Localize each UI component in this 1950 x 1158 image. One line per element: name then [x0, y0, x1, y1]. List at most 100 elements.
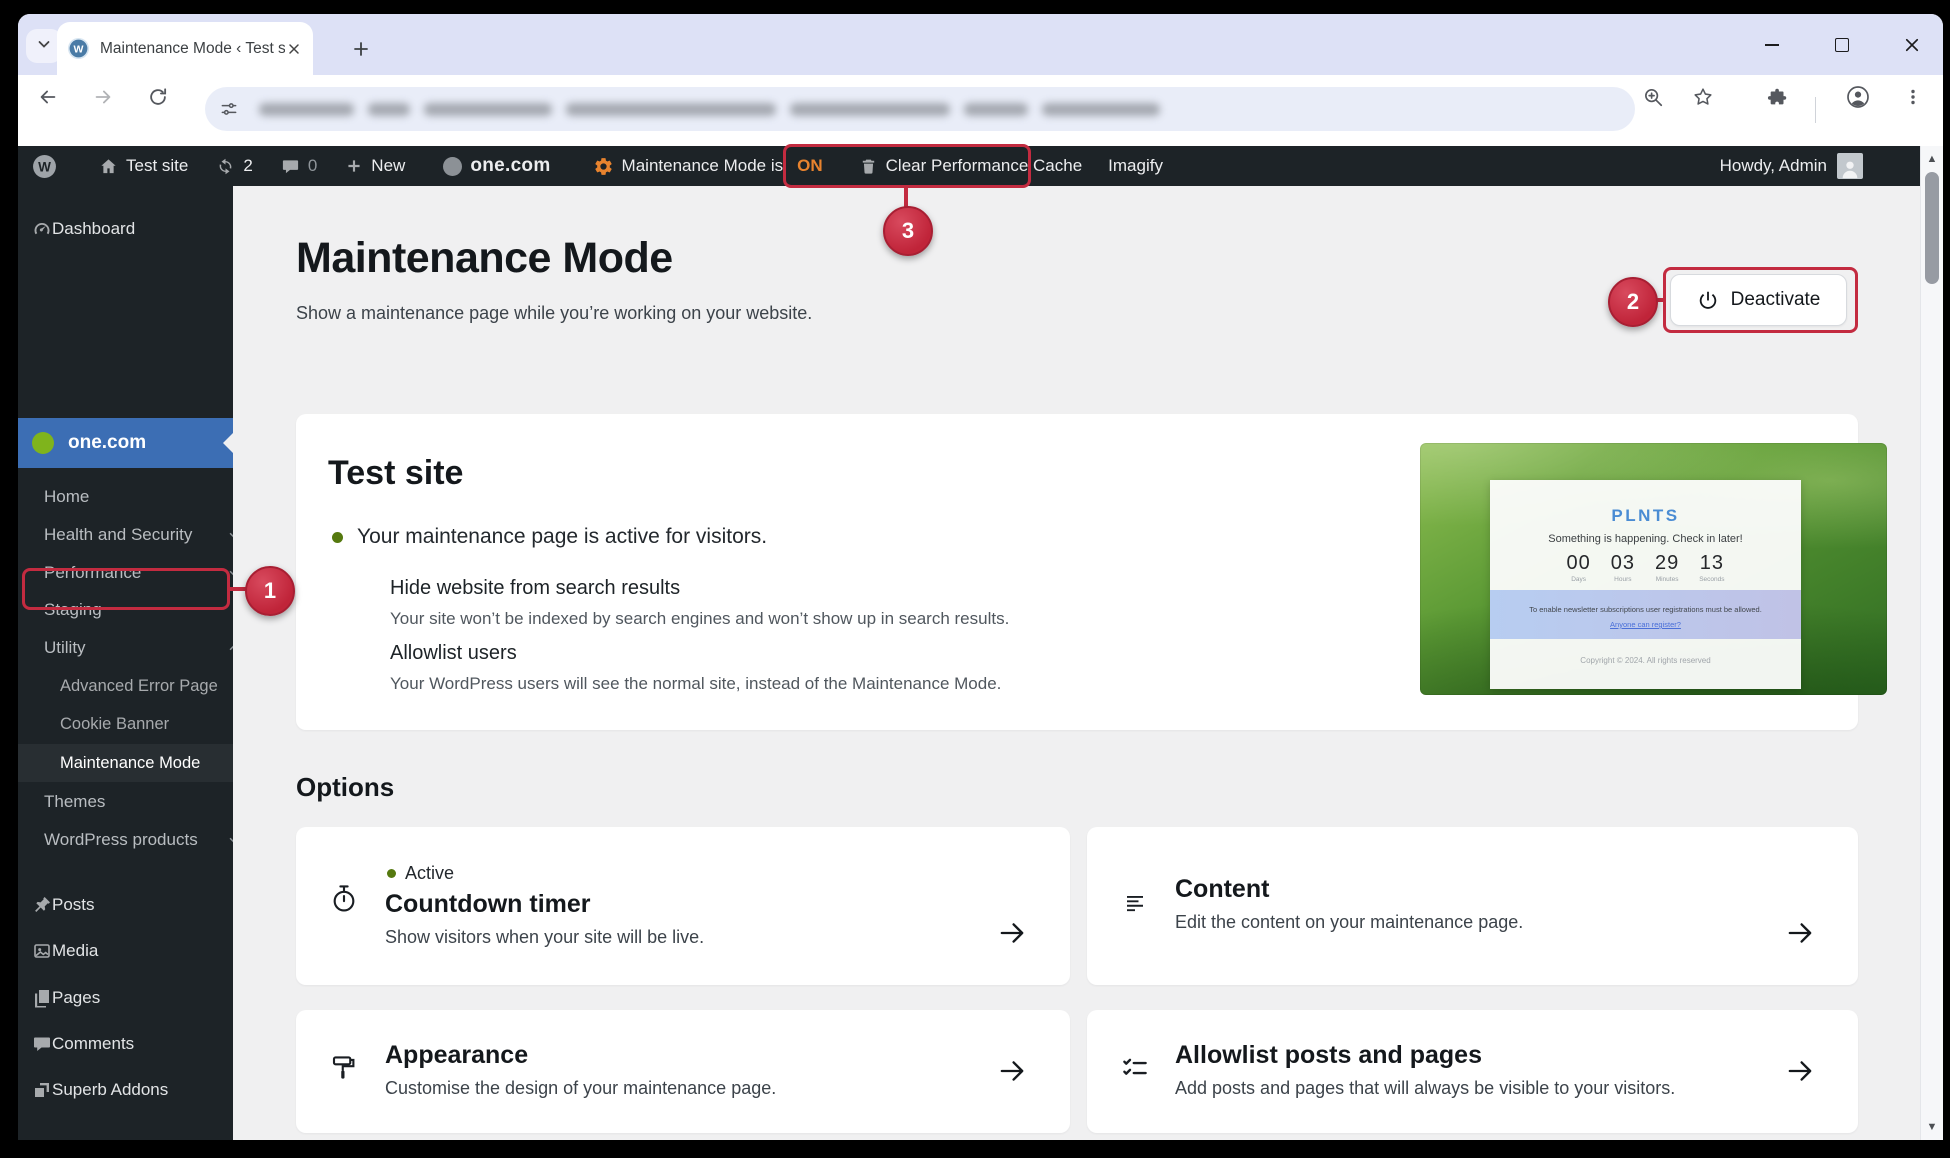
preview-register-link: Anyone can register?: [1490, 620, 1801, 629]
option-card-title: Countdown timer: [385, 890, 591, 919]
admin-bar-new[interactable]: New: [335, 146, 415, 186]
addons-icon: [32, 1080, 52, 1100]
sidebar-item-health-and-security[interactable]: Health and Security: [18, 516, 259, 554]
option-card-description: Show visitors when your site will be liv…: [385, 927, 704, 948]
admin-bar-onecom[interactable]: one.com: [433, 146, 560, 186]
content-lines-icon: [1120, 889, 1150, 919]
imagify-label: Imagify: [1108, 156, 1163, 176]
svg-text:W: W: [74, 43, 84, 55]
wp-logo-menu[interactable]: W: [18, 146, 67, 186]
sidebar-item-label: Advanced Error Page: [60, 677, 218, 696]
annotation-box-clear-cache: [783, 144, 1031, 188]
wordpress-favicon: W: [67, 37, 90, 60]
plus-icon: [345, 157, 363, 175]
bookmark-star-icon[interactable]: [1690, 84, 1716, 110]
sidebar-item-onecom[interactable]: one.com: [18, 418, 233, 468]
arrow-right-icon[interactable]: [997, 918, 1027, 948]
browser-tab[interactable]: W Maintenance Mode ‹ Test site —: [57, 22, 313, 75]
browser-menu-icon[interactable]: [1900, 84, 1926, 110]
sidebar-item-label: Media: [52, 941, 98, 961]
active-badge: Active: [387, 863, 454, 884]
sidebar-item-label: Themes: [44, 792, 105, 812]
profile-avatar-icon[interactable]: [1845, 84, 1871, 110]
sidebar-item-utility[interactable]: Utility: [18, 629, 259, 667]
tab-strip: W Maintenance Mode ‹ Test site —: [18, 14, 1943, 75]
sidebar-item-dashboard[interactable]: Dashboard: [18, 210, 267, 248]
pin-icon: [32, 895, 52, 915]
preview-panel: PLNTS Something is happening. Check in l…: [1490, 480, 1801, 689]
site-info-icon[interactable]: [219, 99, 239, 119]
site-card-title: Test site: [328, 454, 463, 493]
admin-bar-updates[interactable]: 2: [206, 146, 262, 186]
browser-toolbar: [18, 75, 1943, 146]
sidebar-item-label: Dashboard: [52, 219, 135, 239]
toggle-description: Your WordPress users will see the normal…: [390, 674, 1001, 694]
forward-icon[interactable]: [90, 84, 116, 110]
minimize-button[interactable]: [1752, 30, 1792, 60]
annotation-box-maintenance-mode: [22, 568, 230, 610]
onecom-green-icon: [32, 432, 54, 454]
svg-text:W: W: [38, 159, 51, 174]
option-card-appearance[interactable]: Appearance Customise the design of your …: [296, 1010, 1070, 1133]
comments-icon: [32, 1034, 52, 1054]
site-name-label: Test site: [126, 156, 188, 176]
comments-count: 0: [308, 156, 317, 176]
admin-bar-site-name[interactable]: Test site: [89, 146, 198, 186]
gear-icon: [593, 156, 614, 177]
option-card-content[interactable]: Content Edit the content on your mainten…: [1087, 827, 1858, 985]
maintenance-page-preview: PLNTS Something is happening. Check in l…: [1420, 443, 1887, 695]
extensions-icon[interactable]: [1765, 84, 1791, 110]
option-card-title: Allowlist posts and pages: [1175, 1041, 1482, 1070]
sidebar-item-label: Posts: [52, 895, 95, 915]
paint-roller-icon: [329, 1053, 359, 1083]
tab-close-icon[interactable]: [285, 40, 303, 58]
back-icon[interactable]: [35, 84, 61, 110]
reload-icon[interactable]: [145, 84, 171, 110]
sidebar-item-comments[interactable]: Comments: [18, 1025, 267, 1063]
admin-bar-comments[interactable]: 0: [271, 146, 327, 186]
maximize-button[interactable]: [1822, 30, 1862, 60]
address-bar[interactable]: [205, 87, 1635, 131]
option-card-allowlist[interactable]: Allowlist posts and pages Add posts and …: [1087, 1010, 1858, 1133]
sidebar-item-pages[interactable]: Pages: [18, 979, 267, 1017]
scroll-down-icon[interactable]: ▼: [1921, 1121, 1943, 1133]
sidebar-item-posts[interactable]: Posts: [18, 886, 267, 924]
scrollbar-thumb[interactable]: [1925, 172, 1939, 284]
sidebar-item-superb-addons[interactable]: Superb Addons: [18, 1071, 267, 1109]
admin-bar-account[interactable]: Howdy, Admin: [1720, 146, 1863, 186]
maintenance-status-label: Maintenance Mode is: [622, 156, 784, 176]
annotation-box-deactivate: [1663, 267, 1858, 333]
comment-icon: [281, 157, 300, 176]
option-card-description: Edit the content on your maintenance pag…: [1175, 912, 1523, 933]
sidebar-item-media[interactable]: Media: [18, 932, 267, 970]
arrow-right-icon[interactable]: [1785, 1056, 1815, 1086]
preview-notice: To enable newsletter subscriptions user …: [1490, 605, 1801, 614]
zoom-icon[interactable]: [1640, 84, 1666, 110]
chevron-down-icon: [36, 36, 52, 57]
annotation-marker-2: 2: [1608, 277, 1658, 327]
toggle-description: Your site won’t be indexed by search eng…: [390, 609, 1009, 629]
new-tab-button[interactable]: [346, 34, 376, 64]
tab-title: Maintenance Mode ‹ Test site —: [100, 40, 285, 58]
close-button[interactable]: [1892, 30, 1932, 60]
sidebar-item-label: Home: [44, 487, 89, 507]
sidebar-item-themes[interactable]: Themes: [18, 783, 259, 821]
dashboard-icon: [32, 219, 52, 239]
preview-message: Something is happening. Check in later!: [1490, 533, 1801, 545]
sidebar-item-wordpress-products[interactable]: WordPress products: [18, 821, 259, 859]
updates-icon: [216, 157, 235, 176]
sidebar-item-appearance[interactable]: Appearance: [18, 1132, 267, 1140]
sidebar-item-home[interactable]: Home: [18, 478, 259, 516]
new-label: New: [371, 156, 405, 176]
arrow-right-icon[interactable]: [1785, 918, 1815, 948]
annotation-marker-3: 3: [883, 206, 933, 256]
pages-icon: [32, 988, 52, 1008]
page-subtitle: Show a maintenance page while you’re wor…: [296, 303, 812, 324]
preview-brand: PLNTS: [1490, 506, 1801, 526]
admin-bar-imagify[interactable]: Imagify: [1098, 146, 1173, 186]
arrow-right-icon[interactable]: [997, 1056, 1027, 1086]
page-scrollbar[interactable]: ▲ ▼: [1920, 146, 1943, 1140]
option-card-countdown-timer[interactable]: Active Countdown timer Show visitors whe…: [296, 827, 1070, 985]
scroll-up-icon[interactable]: ▲: [1921, 153, 1943, 165]
avatar: [1837, 153, 1863, 179]
